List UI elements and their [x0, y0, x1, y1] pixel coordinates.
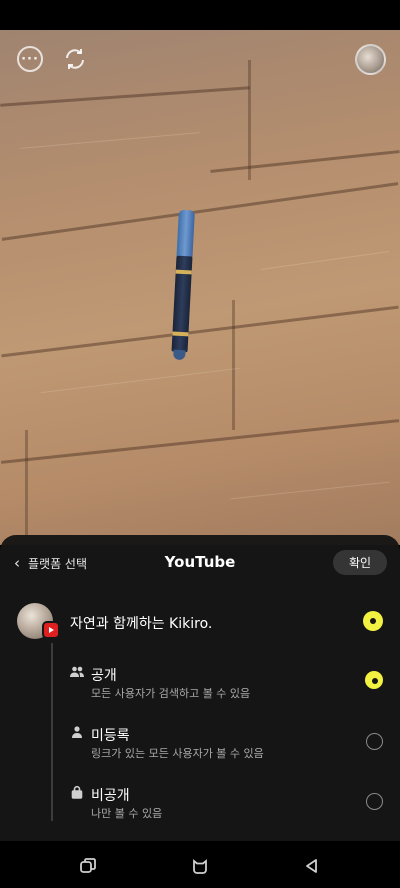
floor-plank-seam — [210, 150, 400, 173]
floor-plank-seam — [248, 60, 251, 180]
camera-preview[interactable] — [0, 30, 400, 545]
floor-plank-seam — [25, 430, 28, 540]
tree-line — [51, 643, 53, 821]
navigation-bar — [0, 841, 400, 888]
recent-apps-icon[interactable] — [77, 855, 99, 877]
option-description: 모든 사용자가 검색하고 볼 수 있음 — [91, 687, 251, 700]
channel-avatar[interactable] — [355, 44, 386, 75]
option-label: 미등록 — [91, 728, 130, 744]
option-unlisted[interactable]: 미등록 링크가 있는 모든 사용자가 볼 수 있음 — [70, 725, 370, 765]
person-icon — [70, 725, 84, 739]
more-dots-icon[interactable]: ··· — [17, 46, 43, 72]
channel-name: 자연과 함께하는 Kikiro. — [70, 616, 213, 632]
pen-cap — [176, 209, 195, 259]
floor-plank-seam — [0, 86, 250, 107]
pen-band — [172, 331, 189, 337]
option-label: 비공개 — [91, 788, 130, 804]
pen-object — [168, 209, 198, 361]
pen-tip — [173, 349, 186, 361]
option-private[interactable]: 비공개 나만 볼 수 있음 — [70, 785, 370, 825]
option-description: 나만 볼 수 있음 — [91, 807, 163, 820]
option-unlisted-radio[interactable] — [366, 733, 383, 750]
floor-plank-seam — [1, 182, 399, 241]
wood-grain — [40, 367, 240, 394]
option-label: 공개 — [91, 668, 117, 684]
wood-grain — [260, 250, 390, 271]
status-bar — [0, 0, 400, 30]
channel-row[interactable]: 자연과 함께하는 Kikiro. — [17, 603, 387, 641]
upload-settings-sheet: ‹ 플랫폼 선택 YouTube 확인 자연과 함께하는 Kikiro. 공개 … — [0, 535, 400, 841]
wood-grain — [20, 132, 200, 149]
option-private-radio[interactable] — [366, 793, 383, 810]
people-icon — [70, 665, 84, 679]
lock-icon — [70, 785, 84, 799]
home-icon[interactable] — [189, 855, 211, 877]
option-public-radio[interactable] — [365, 671, 383, 689]
confirm-button[interactable]: 확인 — [333, 550, 387, 575]
option-public[interactable]: 공개 모든 사용자가 검색하고 볼 수 있음 — [70, 665, 370, 705]
youtube-icon — [42, 621, 60, 639]
switch-camera-icon[interactable] — [62, 46, 88, 72]
floor-plank-seam — [1, 305, 399, 358]
floor-plank-seam — [0, 419, 400, 464]
pen-band — [175, 269, 192, 275]
back-icon[interactable] — [301, 855, 323, 877]
option-description: 링크가 있는 모든 사용자가 볼 수 있음 — [91, 747, 264, 760]
channel-radio[interactable] — [363, 611, 383, 631]
wood-grain — [230, 481, 390, 500]
floor-plank-seam — [232, 300, 235, 430]
